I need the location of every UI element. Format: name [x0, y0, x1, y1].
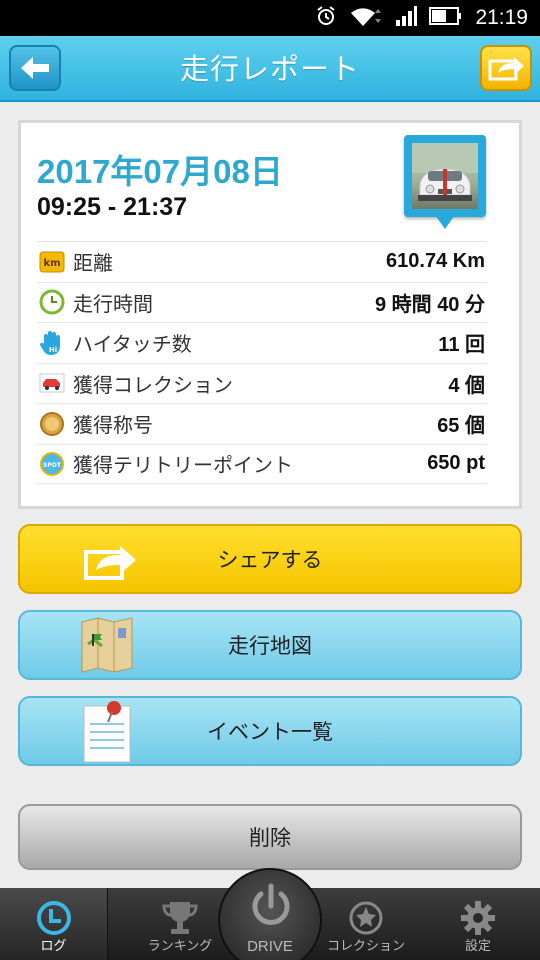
report-card: 2017年07月08日 09:25 - 21:37 km 距離 610.74 K… [18, 120, 522, 509]
drive-label: DRIVE [247, 938, 293, 955]
stat-label: 獲得コレクション [73, 372, 233, 397]
nav-collection[interactable]: コレクション [312, 888, 420, 960]
wifi-icon [349, 5, 383, 31]
nav-ranking-label: ランキング [147, 939, 213, 954]
stat-value: 65 個 [437, 415, 485, 438]
nav-log[interactable]: ログ [0, 888, 108, 960]
stat-value: 11 回 [438, 334, 485, 357]
stat-value: 610.74 Km [386, 250, 485, 273]
stats-list: km 距離 610.74 Km 走行時間 9 時間 40 分 Hi ハイタッチ数… [37, 241, 487, 484]
km-icon: km [39, 251, 65, 273]
header-share-button[interactable] [480, 45, 532, 91]
delete-button-label: 削除 [249, 826, 291, 850]
stat-row-drive-time: 走行時間 9 時間 40 分 [37, 281, 487, 323]
stat-row-titles: 獲得称号 65 個 [37, 403, 487, 444]
delete-button[interactable]: 削除 [18, 804, 522, 870]
drive-map-button[interactable]: 走行地図 [18, 610, 522, 680]
report-date: 2017年07月08日 [37, 153, 283, 190]
share-button[interactable]: シェアする [18, 524, 522, 594]
nav-settings[interactable]: 設定 [424, 888, 532, 960]
stat-label: 走行時間 [73, 291, 153, 316]
nav-log-label: ログ [40, 939, 67, 954]
stat-row-territory: SPOT 獲得テリトリーポイント 650 pt [37, 443, 487, 484]
drive-button[interactable]: DRIVE [218, 868, 322, 960]
car-icon [39, 373, 65, 393]
stat-label: 距離 [73, 251, 113, 276]
svg-text:km: km [43, 258, 60, 269]
clock-icon [37, 901, 71, 935]
medal-icon [40, 411, 64, 436]
share-icon [488, 57, 524, 81]
nav-settings-label: 設定 [464, 939, 491, 954]
stat-label: 獲得テリトリーポイント [73, 453, 293, 478]
hi-touch-icon: Hi [39, 330, 60, 355]
power-icon [252, 883, 290, 925]
clock-icon [39, 289, 65, 315]
status-time: 21:19 [475, 6, 528, 29]
page-title: 走行レポート [179, 52, 360, 86]
star-badge-icon [349, 901, 383, 935]
svg-text:SPOT: SPOT [43, 462, 62, 469]
share-button-label: シェアする [217, 548, 323, 572]
stat-row-hi-touch: Hi ハイタッチ数 11 回 [37, 322, 487, 363]
stat-label: 獲得称号 [73, 413, 153, 438]
stat-value: 4 個 [448, 374, 485, 397]
car-photo [412, 143, 478, 209]
status-bar: 21:19 [0, 0, 540, 36]
app-header: 走行レポート [0, 36, 540, 102]
report-time-range: 09:25 - 21:37 [37, 193, 188, 221]
stat-label: ハイタッチ数 [73, 332, 192, 357]
event-list-button[interactable]: イベント一覧 [18, 696, 522, 766]
event-list-button-label: イベント一覧 [207, 720, 333, 744]
alarm-icon [315, 5, 337, 31]
stat-row-distance: km 距離 610.74 Km [37, 241, 487, 282]
stat-value: 9 時間 40 分 [374, 293, 485, 316]
trophy-icon [162, 902, 198, 934]
gear-icon [461, 901, 495, 935]
drive-map-button-label: 走行地図 [228, 634, 312, 658]
car-photo-pin [404, 135, 486, 243]
spot-icon: SPOT [40, 451, 64, 476]
battery-icon [429, 5, 463, 31]
stat-row-collection: 獲得コレクション 4 個 [37, 362, 487, 404]
nav-collection-label: コレクション [326, 939, 405, 954]
svg-text:Hi: Hi [49, 346, 57, 354]
signal-icon [395, 5, 418, 31]
stat-value: 650 pt [427, 452, 485, 475]
